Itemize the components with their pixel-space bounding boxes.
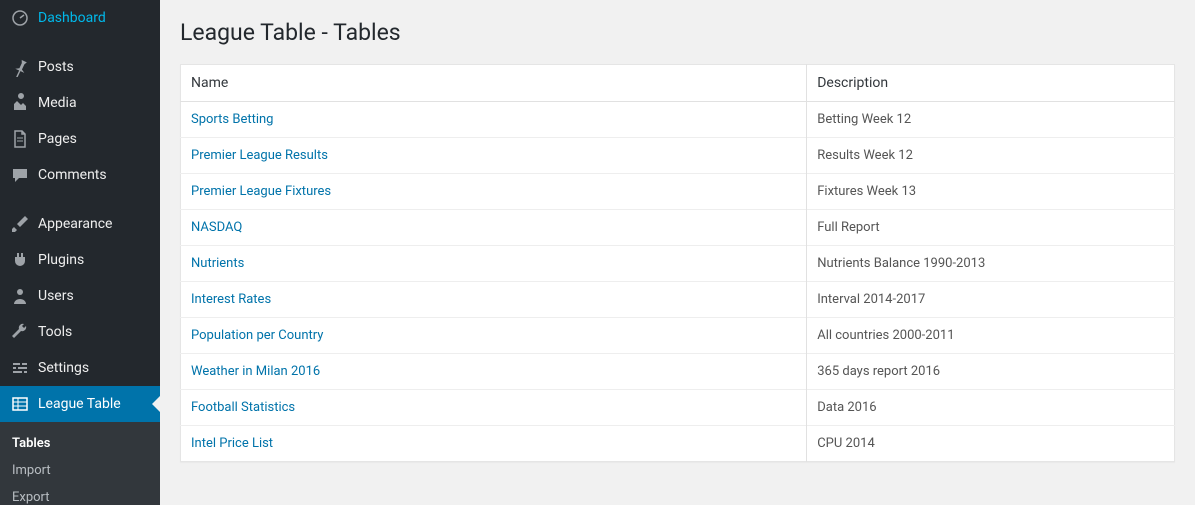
table-row: Interest Rates Interval 2014-2017	[181, 282, 1175, 318]
page-title: League Table - Tables	[180, 10, 1175, 64]
table-row: Premier League Fixtures Fixtures Week 13	[181, 174, 1175, 210]
sidebar-item-label: Tools	[38, 324, 72, 340]
submenu-item-import[interactable]: Import	[0, 457, 160, 484]
table-row: Intel Price List CPU 2014	[181, 426, 1175, 462]
row-description: 365 days report 2016	[807, 354, 1175, 390]
submenu-item-tables[interactable]: Tables	[0, 430, 160, 457]
row-description: Data 2016	[807, 390, 1175, 426]
sidebar-item-pages[interactable]: Pages	[0, 121, 160, 157]
user-icon	[10, 286, 30, 306]
row-title-link[interactable]: Weather in Milan 2016	[191, 364, 320, 379]
pin-icon	[10, 57, 30, 77]
sidebar-item-label: Dashboard	[38, 10, 106, 26]
brush-icon	[10, 214, 30, 234]
row-description: CPU 2014	[807, 426, 1175, 462]
table-row: Weather in Milan 2016 365 days report 20…	[181, 354, 1175, 390]
sidebar-item-settings[interactable]: Settings	[0, 350, 160, 386]
row-title-link[interactable]: Sports Betting	[191, 112, 273, 127]
sidebar-item-label: Users	[38, 288, 74, 304]
sidebar-item-posts[interactable]: Posts	[0, 49, 160, 85]
table-row: Football Statistics Data 2016	[181, 390, 1175, 426]
row-title-link[interactable]: Nutrients	[191, 256, 244, 271]
table-row: Nutrients Nutrients Balance 1990-2013	[181, 246, 1175, 282]
sidebar-item-label: Settings	[38, 360, 89, 376]
row-description: Fixtures Week 13	[807, 174, 1175, 210]
sidebar-item-label: Media	[38, 95, 77, 111]
sidebar-item-label: Comments	[38, 167, 107, 183]
sliders-icon	[10, 358, 30, 378]
sidebar-item-tools[interactable]: Tools	[0, 314, 160, 350]
dashboard-icon	[10, 8, 30, 28]
sidebar-item-label: League Table	[38, 396, 121, 412]
row-description: Results Week 12	[807, 138, 1175, 174]
sidebar-item-label: Pages	[38, 131, 77, 147]
comment-icon	[10, 165, 30, 185]
sidebar-submenu: Tables Import Export	[0, 422, 160, 505]
row-title-link[interactable]: Premier League Fixtures	[191, 184, 331, 199]
wrench-icon	[10, 322, 30, 342]
row-title-link[interactable]: Population per Country	[191, 328, 323, 343]
table-row: Population per Country All countries 200…	[181, 318, 1175, 354]
sidebar-item-appearance[interactable]: Appearance	[0, 206, 160, 242]
sidebar-item-league-table[interactable]: League Table	[0, 386, 160, 422]
column-header-description[interactable]: Description	[807, 65, 1175, 102]
table-row: Premier League Results Results Week 12	[181, 138, 1175, 174]
table-icon	[10, 394, 30, 414]
column-header-name[interactable]: Name	[181, 65, 807, 102]
sidebar-item-label: Posts	[38, 59, 74, 75]
sidebar-item-plugins[interactable]: Plugins	[0, 242, 160, 278]
main-content: League Table - Tables Name Description S…	[160, 0, 1195, 505]
table-row: Sports Betting Betting Week 12	[181, 102, 1175, 138]
table-row: NASDAQ Full Report	[181, 210, 1175, 246]
row-title-link[interactable]: Football Statistics	[191, 400, 295, 415]
plug-icon	[10, 250, 30, 270]
row-title-link[interactable]: NASDAQ	[191, 220, 242, 235]
row-description: Interval 2014-2017	[807, 282, 1175, 318]
sidebar-item-comments[interactable]: Comments	[0, 157, 160, 193]
tables-list: Name Description Sports Betting Betting …	[180, 64, 1175, 462]
media-icon	[10, 93, 30, 113]
row-title-link[interactable]: Premier League Results	[191, 148, 328, 163]
page-icon	[10, 129, 30, 149]
sidebar-item-media[interactable]: Media	[0, 85, 160, 121]
sidebar-item-users[interactable]: Users	[0, 278, 160, 314]
sidebar-item-dashboard[interactable]: Dashboard	[0, 0, 160, 36]
row-description: Full Report	[807, 210, 1175, 246]
sidebar-item-label: Appearance	[38, 216, 112, 232]
row-title-link[interactable]: Interest Rates	[191, 292, 271, 307]
row-description: Betting Week 12	[807, 102, 1175, 138]
row-description: All countries 2000-2011	[807, 318, 1175, 354]
submenu-item-export[interactable]: Export	[0, 484, 160, 505]
row-description: Nutrients Balance 1990-2013	[807, 246, 1175, 282]
row-title-link[interactable]: Intel Price List	[191, 436, 273, 451]
sidebar-item-label: Plugins	[38, 252, 84, 268]
admin-sidebar: Dashboard Posts Media Pages Comments App…	[0, 0, 160, 505]
